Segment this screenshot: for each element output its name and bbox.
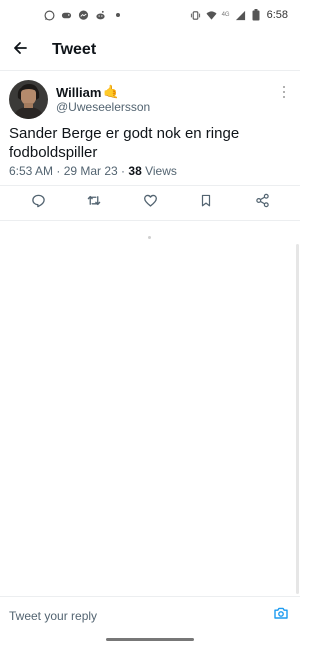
like-button[interactable] <box>136 189 164 217</box>
share-icon <box>255 193 270 213</box>
vibrate-icon <box>190 10 201 21</box>
share-button[interactable] <box>248 189 276 217</box>
network-type: 4G <box>221 12 230 18</box>
views-count[interactable]: 38 <box>128 164 141 178</box>
wifi-icon <box>206 10 217 21</box>
tweet-timestamp: 6:53 AM · 29 Mar 23 · <box>9 164 129 178</box>
status-notifications <box>44 10 123 21</box>
arrow-left-icon <box>12 40 28 61</box>
loading-indicator <box>148 236 151 239</box>
author-handle[interactable]: @Uweseelersson <box>56 100 150 114</box>
signal-icon <box>235 10 246 21</box>
scrollbar[interactable] <box>296 244 299 594</box>
views-label: Views <box>141 164 177 178</box>
battery-icon <box>251 9 262 21</box>
tweet-detail: William 🤙 @Uweseelersson Sander Berge er… <box>0 72 300 221</box>
page-title: Tweet <box>52 41 97 58</box>
home-indicator[interactable] <box>106 638 194 641</box>
like-icon <box>143 193 158 213</box>
top-app-bar: Tweet <box>0 30 300 71</box>
reply-button[interactable] <box>24 189 52 217</box>
bookmark-button[interactable] <box>192 189 220 217</box>
back-button[interactable] <box>0 30 40 70</box>
whatsapp-icon <box>44 10 55 21</box>
bookmark-icon <box>199 193 213 213</box>
camera-icon <box>273 605 289 626</box>
author-emoji: 🤙 <box>103 84 120 99</box>
author-name-text: William <box>56 84 102 100</box>
avatar[interactable] <box>9 80 48 119</box>
dot-icon <box>112 10 123 21</box>
game-icon <box>61 10 72 21</box>
status-bar: 4G 6:58 <box>0 0 300 30</box>
reply-icon <box>31 193 46 213</box>
reply-input[interactable] <box>9 608 249 623</box>
status-time: 6:58 <box>266 9 288 21</box>
tweet-actions <box>0 185 300 221</box>
tweet-author: William 🤙 @Uweseelersson <box>0 72 300 122</box>
author-name[interactable]: William 🤙 <box>56 84 120 100</box>
messenger-icon <box>78 10 89 21</box>
camera-button[interactable] <box>272 607 290 625</box>
more-options-icon[interactable] <box>278 84 290 100</box>
tweet-text: Sander Berge er godt nok en ringe fodbol… <box>9 125 240 161</box>
reddit-icon <box>95 10 106 21</box>
retweet-icon <box>86 193 102 213</box>
status-system: 4G 6:58 <box>190 9 288 21</box>
tweet-meta: 6:53 AM · 29 Mar 23 · 38 Views <box>9 164 177 178</box>
reply-composer <box>0 596 300 634</box>
retweet-button[interactable] <box>80 189 108 217</box>
